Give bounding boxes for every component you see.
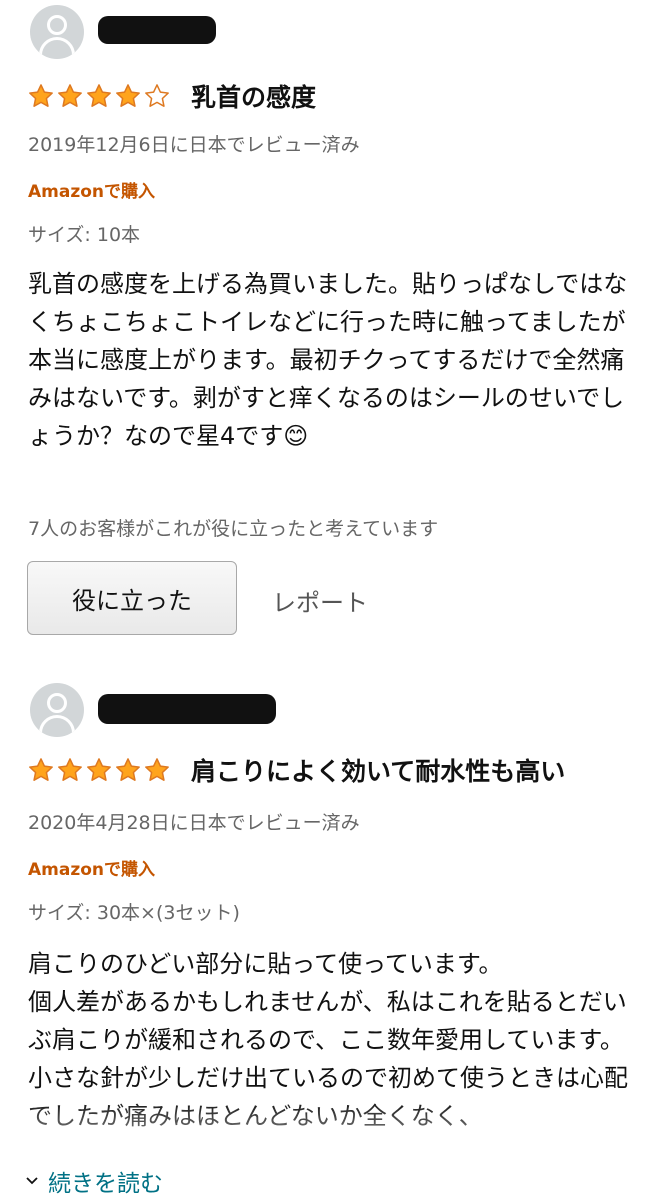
helpful-count: 7人のお客様がこれが役に立ったと考えています — [28, 518, 439, 540]
review-body-line: 肩こりのひどい部分に貼って使っています。 — [28, 950, 503, 978]
star-filled-icon — [58, 758, 82, 781]
reviewer-name-redacted — [98, 694, 276, 724]
reviewer-profile[interactable] — [30, 4, 84, 60]
star-rating — [28, 83, 173, 109]
review-body-line: 個人差があるかもしれませんが、私はこれを貼るとだいぶ肩こりが緩和されるので、ここ… — [28, 988, 627, 1054]
reviewer-name-redacted — [98, 16, 216, 44]
read-more-link[interactable]: 続きを読む — [26, 1164, 163, 1198]
review-title[interactable]: 肩こりによく効いて耐水性も高い — [191, 752, 565, 788]
report-link[interactable]: レポート — [272, 583, 368, 618]
star-filled-icon — [116, 758, 140, 781]
star-filled-icon — [29, 84, 53, 107]
review-date: 2020年4月28日に日本でレビュー済み — [28, 812, 360, 834]
variant-size: サイズ: 30本×(3セット) — [28, 902, 240, 924]
review-body: 肩こりのひどい部分に貼って使っています。 個人差があるかもしれませんが、私はこれ… — [28, 945, 644, 1135]
avatar-icon — [30, 5, 84, 59]
star-filled-icon — [87, 84, 111, 107]
star-outline-icon — [145, 84, 169, 107]
verified-purchase-badge: Amazonで購入 — [28, 182, 156, 202]
review-date: 2019年12月6日に日本でレビュー済み — [28, 134, 360, 156]
verified-purchase-badge: Amazonで購入 — [28, 860, 156, 880]
helpful-button[interactable]: 役に立った — [27, 561, 237, 635]
star-filled-icon — [116, 84, 140, 107]
star-filled-icon — [58, 84, 82, 107]
star-filled-icon — [87, 758, 111, 781]
star-filled-icon — [145, 758, 169, 781]
chevron-down-icon — [26, 1177, 38, 1185]
reviewer-profile[interactable] — [30, 682, 84, 738]
star-rating — [28, 757, 173, 783]
read-more-label: 続きを読む — [48, 1171, 163, 1197]
avatar-icon — [30, 683, 84, 737]
variant-size: サイズ: 10本 — [28, 224, 141, 246]
review-body: 乳首の感度を上げる為買いました。貼りっぱなしではなくちょこちょこトイレなどに行っ… — [28, 270, 628, 450]
rating-row: 肩こりによく効いて耐水性も高い — [28, 750, 565, 790]
rating-row: 乳首の感度 — [28, 76, 316, 116]
star-filled-icon — [29, 758, 53, 781]
review-body-line: 小さな針が少しだけ出ているので初めて使うときは心配でしたが痛みはほとんどないか全… — [28, 1064, 628, 1130]
review-title[interactable]: 乳首の感度 — [191, 78, 316, 114]
